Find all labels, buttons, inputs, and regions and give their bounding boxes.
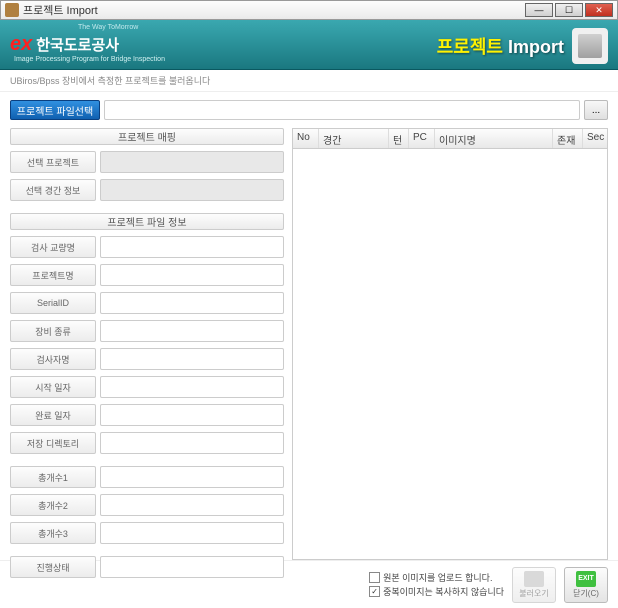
skip-duplicate-checkbox[interactable]: ✓ [369,586,380,597]
col-no[interactable]: No [293,129,319,148]
logo-text: 한국도로공사 [36,34,119,55]
import-button-label: 불러오기 [519,588,548,599]
label-inspector: 검사자명 [10,348,96,370]
row-sel-project: 선택 프로젝트 [10,151,284,173]
grid-panel: No 경간 턴 PC 이미지명 존재 Sec [292,128,608,560]
row-serial-id: SerialID [10,292,284,314]
value-progress [100,556,284,578]
upload-original-checkbox-row[interactable]: 원본 이미지를 업로드 합니다. [369,571,504,585]
toolbar: 프로젝트 파일선택 ... [0,92,618,128]
logo-tagline: The Way ToMorrow [78,24,138,31]
section-file-info-header: 프로젝트 파일 정보 [10,213,284,230]
value-bridge-name[interactable] [100,236,284,258]
label-sel-project: 선택 프로젝트 [10,151,96,173]
value-project-name[interactable] [100,264,284,286]
file-select-button[interactable]: 프로젝트 파일선택 [10,100,100,120]
row-progress: 진행상태 [10,556,284,578]
grid-header: No 경간 턴 PC 이미지명 존재 Sec [293,129,607,149]
title-bar: 프로젝트 Import — ☐ ✕ [0,0,618,20]
value-device-type[interactable] [100,320,284,342]
minimize-button[interactable]: — [525,3,553,17]
label-count1: 총개수1 [10,466,96,488]
close-button-label: 닫기(C) [573,588,599,599]
browse-button[interactable]: ... [584,100,608,120]
box-icon [572,28,608,64]
row-device-type: 장비 종류 [10,320,284,342]
label-device-type: 장비 종류 [10,320,96,342]
value-sel-project [100,151,284,173]
page-title: 프로젝트 Import [437,33,564,59]
left-panel: 프로젝트 매핑 선택 프로젝트 선택 경간 정보 프로젝트 파일 정보 검사 교… [10,128,284,560]
skip-duplicate-label: 중복이미지는 복사하지 않습니다 [383,585,504,599]
label-count2: 총개수2 [10,494,96,516]
exit-icon: EXIT [576,571,596,587]
row-inspector: 검사자명 [10,348,284,370]
row-count2: 총개수2 [10,494,284,516]
value-count1[interactable] [100,466,284,488]
value-end-date[interactable] [100,404,284,426]
value-serial-id[interactable] [100,292,284,314]
row-sel-span-info: 선택 경간 정보 [10,179,284,201]
label-project-name: 프로젝트명 [10,264,96,286]
col-sec[interactable]: Sec [583,129,607,148]
upload-original-label: 원본 이미지를 업로드 합니다. [383,571,492,585]
file-path-input[interactable] [104,100,580,120]
row-count1: 총개수1 [10,466,284,488]
value-count3[interactable] [100,522,284,544]
col-turn[interactable]: 턴 [389,129,409,148]
window-controls: — ☐ ✕ [525,3,613,17]
value-start-date[interactable] [100,376,284,398]
section-mapping-header: 프로젝트 매핑 [10,128,284,145]
app-icon [5,3,19,17]
maximize-button[interactable]: ☐ [555,3,583,17]
import-button[interactable]: 불러오기 [512,567,556,603]
label-progress: 진행상태 [10,556,96,578]
col-span[interactable]: 경간 [319,129,389,148]
row-project-name: 프로젝트명 [10,264,284,286]
checkbox-area: 원본 이미지를 업로드 합니다. ✓ 중복이미지는 복사하지 않습니다 [369,571,504,599]
logo-area: ex 한국도로공사 [10,33,119,56]
row-end-date: 완료 일자 [10,404,284,426]
upload-original-checkbox[interactable] [369,572,380,583]
main-area: 프로젝트 매핑 선택 프로젝트 선택 경간 정보 프로젝트 파일 정보 검사 교… [0,128,618,560]
col-image-name[interactable]: 이미지명 [435,129,553,148]
header-banner: The Way ToMorrow ex 한국도로공사 Image Process… [0,20,618,70]
row-start-date: 시작 일자 [10,376,284,398]
col-pc[interactable]: PC [409,129,435,148]
logo-subtitle: Image Processing Program for Bridge Insp… [14,56,165,63]
window-title: 프로젝트 Import [23,2,525,18]
label-count3: 총개수3 [10,522,96,544]
row-save-dir: 저장 디렉토리 [10,432,284,454]
value-sel-span-info [100,179,284,201]
sub-info-text: UBiros/Bpss 장비에서 측정한 프로젝트를 불러옵니다 [0,70,618,92]
import-icon [524,571,544,587]
value-inspector[interactable] [100,348,284,370]
col-exist[interactable]: 존재 [553,129,583,148]
header-right: 프로젝트 Import [437,28,608,64]
grid-body[interactable] [293,149,607,559]
label-bridge-name: 검사 교량명 [10,236,96,258]
label-end-date: 완료 일자 [10,404,96,426]
row-bridge-name: 검사 교량명 [10,236,284,258]
label-serial-id: SerialID [10,292,96,314]
value-save-dir[interactable] [100,432,284,454]
label-save-dir: 저장 디렉토리 [10,432,96,454]
value-count2[interactable] [100,494,284,516]
logo-ex-icon: ex [10,33,32,56]
close-footer-button[interactable]: EXIT 닫기(C) [564,567,608,603]
skip-duplicate-checkbox-row[interactable]: ✓ 중복이미지는 복사하지 않습니다 [369,585,504,599]
close-button[interactable]: ✕ [585,3,613,17]
row-count3: 총개수3 [10,522,284,544]
label-start-date: 시작 일자 [10,376,96,398]
label-sel-span-info: 선택 경간 정보 [10,179,96,201]
